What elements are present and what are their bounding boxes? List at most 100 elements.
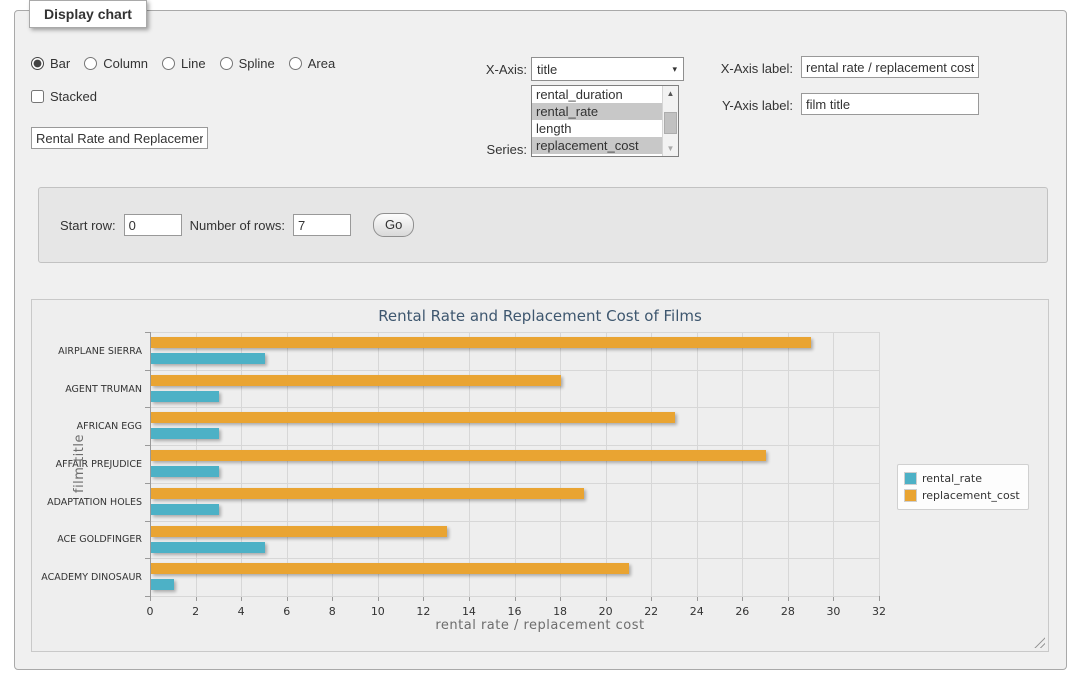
bar-rental_rate[interactable] <box>151 428 219 439</box>
fieldset-legend: Display chart <box>29 0 147 28</box>
stacked-checkbox[interactable] <box>31 90 44 103</box>
radio-area[interactable] <box>289 57 302 70</box>
bar-rental_rate[interactable] <box>151 579 174 590</box>
num-rows-label: Number of rows: <box>190 218 285 233</box>
resize-handle-icon[interactable] <box>1034 637 1045 648</box>
gridline <box>423 332 424 596</box>
series-scrollbar[interactable]: ▲ ▼ <box>662 86 678 156</box>
x-tick-label: 12 <box>416 605 430 618</box>
x-tick-label: 10 <box>371 605 385 618</box>
x-tick-label: 2 <box>192 605 199 618</box>
category-label: AFRICAN EGG <box>30 421 142 432</box>
x-axis-title: rental rate / replacement cost <box>32 618 1048 633</box>
gridline <box>150 596 879 597</box>
chart-legend[interactable]: rental_rate replacement_cost <box>897 464 1029 510</box>
x-tick-label: 14 <box>462 605 476 618</box>
gridline <box>788 332 789 596</box>
x-tick <box>879 596 880 601</box>
bar-replacement_cost[interactable] <box>151 375 561 386</box>
x-tick-label: 24 <box>690 605 704 618</box>
legend-label: replacement_cost <box>922 489 1020 502</box>
y-axis-label-input[interactable] <box>801 93 979 115</box>
x-tick-label: 22 <box>644 605 658 618</box>
radio-column[interactable] <box>84 57 97 70</box>
start-row-label: Start row: <box>60 218 116 233</box>
x-tick-label: 16 <box>508 605 522 618</box>
gridline <box>378 332 379 596</box>
gridline <box>150 407 879 408</box>
bar-replacement_cost[interactable] <box>151 337 811 348</box>
series-option-rental_duration[interactable]: rental_duration <box>532 86 662 103</box>
x-tick-label: 6 <box>283 605 290 618</box>
x-axis-select-label: X-Axis: <box>431 62 527 77</box>
scrollbar-thumb[interactable] <box>664 112 677 134</box>
x-tick-label: 26 <box>735 605 749 618</box>
gridline <box>697 332 698 596</box>
stacked-label[interactable]: Stacked <box>50 89 97 104</box>
legend-label: rental_rate <box>922 472 982 485</box>
legend-item-rental-rate[interactable]: rental_rate <box>904 470 1020 487</box>
gridline <box>879 332 880 596</box>
legend-item-replacement-cost[interactable]: replacement_cost <box>904 487 1020 504</box>
gridline <box>651 332 652 596</box>
x-tick-label: 18 <box>553 605 567 618</box>
bar-rental_rate[interactable] <box>151 504 219 515</box>
x-axis-select[interactable]: title ▾ <box>531 57 684 81</box>
replacement-cost-swatch <box>904 489 917 502</box>
chart-title: Rental Rate and Replacement Cost of Film… <box>32 307 1048 325</box>
go-button[interactable]: Go <box>373 213 414 237</box>
radio-bar[interactable] <box>31 57 44 70</box>
x-axis-label-input[interactable] <box>801 56 979 78</box>
category-label: ACE GOLDFINGER <box>30 534 142 545</box>
display-chart-fieldset: Display chart Bar Column Line Spline Are… <box>14 10 1067 670</box>
x-tick-label: 20 <box>599 605 613 618</box>
bar-rental_rate[interactable] <box>151 466 219 477</box>
bar-rental_rate[interactable] <box>151 391 219 402</box>
x-tick-label: 32 <box>872 605 886 618</box>
gridline <box>469 332 470 596</box>
radio-spline[interactable] <box>220 57 233 70</box>
y-axis-title: film title <box>72 434 87 493</box>
scroll-down-icon[interactable]: ▼ <box>663 141 678 156</box>
gridline <box>196 332 197 596</box>
chart-type-radio-group: Bar Column Line Spline Area <box>31 56 343 71</box>
category-label: ACADEMY DINOSAUR <box>30 572 142 583</box>
series-listbox-items: rental_durationrental_ratelengthreplacem… <box>532 86 662 156</box>
series-option-replacement_cost[interactable]: replacement_cost <box>532 137 662 154</box>
bar-rental_rate[interactable] <box>151 353 265 364</box>
radio-spline-label[interactable]: Spline <box>239 56 275 71</box>
x-axis-label-label: X-Axis label: <box>681 61 793 76</box>
x-tick-label: 4 <box>238 605 245 618</box>
radio-column-label[interactable]: Column <box>103 56 148 71</box>
series-option-length[interactable]: length <box>532 120 662 137</box>
series-listbox[interactable]: rental_durationrental_ratelengthreplacem… <box>531 85 679 157</box>
bar-replacement_cost[interactable] <box>151 412 675 423</box>
start-row-input[interactable] <box>124 214 182 236</box>
gridline <box>150 558 879 559</box>
bar-replacement_cost[interactable] <box>151 450 766 461</box>
gridline <box>560 332 561 596</box>
rental-rate-swatch <box>904 472 917 485</box>
series-option-rental_rate[interactable]: rental_rate <box>532 103 662 120</box>
bar-rental_rate[interactable] <box>151 542 265 553</box>
gridline <box>150 332 879 333</box>
gridline <box>606 332 607 596</box>
scroll-up-icon[interactable]: ▲ <box>663 86 678 101</box>
bar-replacement_cost[interactable] <box>151 563 629 574</box>
bar-replacement_cost[interactable] <box>151 488 584 499</box>
gridline <box>287 332 288 596</box>
radio-line[interactable] <box>162 57 175 70</box>
radio-bar-label[interactable]: Bar <box>50 56 70 71</box>
series-select-label: Series: <box>431 142 527 157</box>
category-label: ADAPTATION HOLES <box>30 497 142 508</box>
num-rows-input[interactable] <box>293 214 351 236</box>
gridline <box>515 332 516 596</box>
gridline <box>332 332 333 596</box>
gridline <box>150 445 879 446</box>
radio-area-label[interactable]: Area <box>308 56 335 71</box>
x-tick-label: 28 <box>781 605 795 618</box>
chart-title-input[interactable] <box>31 127 208 149</box>
bar-replacement_cost[interactable] <box>151 526 447 537</box>
gridline <box>150 483 879 484</box>
radio-line-label[interactable]: Line <box>181 56 206 71</box>
